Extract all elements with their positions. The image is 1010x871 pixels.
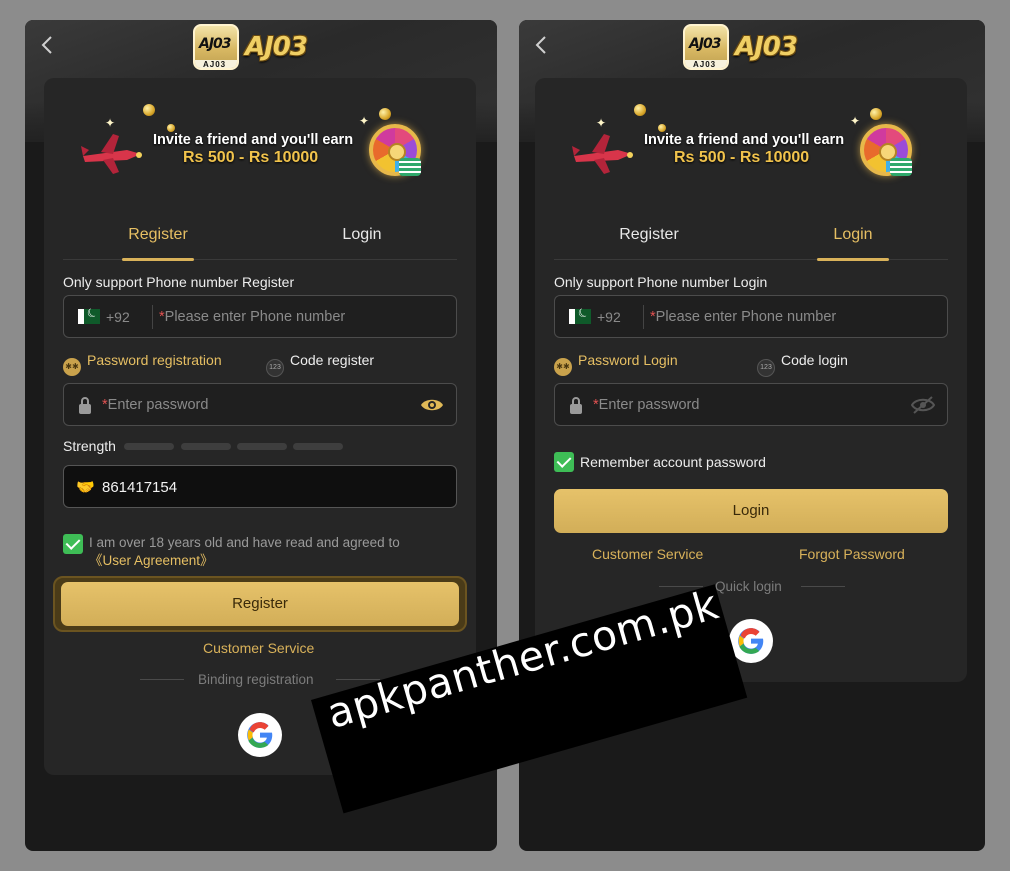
- tab-login[interactable]: Login: [262, 218, 462, 260]
- password-mode-icon: ✱✱: [554, 358, 572, 376]
- pakistan-flag-icon: [78, 309, 100, 324]
- brand-wordmark: AJ03: [245, 32, 308, 62]
- login-card: ✦ ✦ Invite a friend and you'll earn Rs 5…: [535, 78, 967, 682]
- password-mode-icon: ✱✱: [63, 358, 81, 376]
- invite-banner[interactable]: ✦ ✦ Invite a friend and you'll earn Rs 5…: [570, 104, 935, 182]
- forgot-password-link[interactable]: Forgot Password: [799, 546, 905, 562]
- eye-off-icon[interactable]: [911, 395, 935, 415]
- banner-line2: Rs 500 - Rs 10000: [674, 149, 810, 166]
- airplane-icon: [572, 134, 633, 174]
- phone-field[interactable]: +92 *Please enter Phone number: [63, 295, 457, 338]
- agree-checkbox[interactable]: [63, 534, 83, 554]
- phone-field[interactable]: +92 *Please enter Phone number: [554, 295, 948, 338]
- remember-password-label: Remember account password: [580, 454, 766, 470]
- support-text: Only support Phone number Login: [554, 274, 768, 290]
- tab-login-label: Login: [833, 226, 873, 243]
- tab-login-label: Login: [342, 226, 382, 243]
- remember-password-checkbox[interactable]: [554, 452, 574, 472]
- phone-placeholder: *Please enter Phone number: [650, 309, 837, 325]
- lock-icon: [79, 397, 91, 414]
- logo-mark-text: AJ03: [199, 36, 232, 52]
- divider-right: [801, 586, 845, 587]
- agreement-statement: I am over 18 years old and have read and…: [89, 535, 400, 550]
- strength-bar-1: [124, 443, 174, 450]
- google-login-button[interactable]: [238, 713, 282, 757]
- tab-register[interactable]: Register: [549, 218, 749, 260]
- login-button[interactable]: Login: [554, 489, 948, 533]
- customer-service-link[interactable]: Customer Service: [592, 546, 703, 562]
- code-login-label: Code login: [781, 352, 848, 368]
- tab-register-label: Register: [128, 226, 188, 243]
- tab-register-label: Register: [619, 226, 679, 243]
- strength-bar-2: [181, 443, 231, 450]
- tab-login[interactable]: Login: [753, 218, 953, 261]
- back-arrow-icon[interactable]: [531, 34, 553, 56]
- google-icon: [247, 722, 273, 748]
- chips-icon: [399, 158, 421, 176]
- password-registration-label: Password registration: [87, 352, 222, 368]
- divider-left: [140, 679, 184, 680]
- customer-service-link[interactable]: Customer Service: [203, 640, 314, 656]
- lock-icon: [570, 397, 582, 414]
- register-button[interactable]: Register: [61, 582, 459, 626]
- support-text: Only support Phone number Register: [63, 274, 295, 290]
- brand-wordmark: AJ03: [735, 32, 798, 62]
- banner-line1: Invite a friend and you'll earn: [153, 132, 354, 148]
- phone-placeholder: *Please enter Phone number: [159, 309, 346, 325]
- app-logo-icon: AJ03 AJ03: [193, 24, 239, 70]
- strength-bar-3: [237, 443, 287, 450]
- back-arrow-icon[interactable]: [37, 34, 59, 56]
- code-mode-icon: 123: [757, 359, 775, 377]
- code-register-option[interactable]: 123 Code register: [266, 352, 374, 377]
- airplane-icon: [81, 134, 142, 174]
- handshake-icon: 🤝: [76, 479, 95, 496]
- eye-icon[interactable]: [420, 395, 444, 415]
- app-logo-icon: AJ03 AJ03: [683, 24, 729, 70]
- logo-mark-text: AJ03: [689, 36, 722, 52]
- invite-banner[interactable]: ✦ ✦ Invite a friend and you'll earn Rs 5…: [79, 104, 444, 182]
- agreement-text: I am over 18 years old and have read and…: [89, 534, 449, 570]
- banner-line1: Invite a friend and you'll earn: [644, 132, 845, 148]
- active-tab-underline: [817, 258, 889, 261]
- password-field[interactable]: *Enter password: [63, 383, 457, 426]
- user-agreement-link[interactable]: 《User Agreement》: [89, 553, 214, 568]
- auth-tabs: Register Login: [554, 218, 948, 261]
- active-tab-underline: [122, 258, 194, 261]
- password-field[interactable]: *Enter password: [554, 383, 948, 426]
- tab-register[interactable]: Register: [58, 218, 258, 261]
- logo-small-text: AJ03: [693, 60, 717, 69]
- quick-login-label: Quick login: [715, 579, 782, 594]
- chips-icon: [890, 158, 912, 176]
- code-register-label: Code register: [290, 352, 375, 368]
- code-mode-icon: 123: [266, 359, 284, 377]
- strength-label: Strength: [63, 438, 116, 454]
- banner-line2: Rs 500 - Rs 10000: [183, 149, 319, 166]
- password-registration-option[interactable]: ✱✱ Password registration: [63, 352, 222, 376]
- pakistan-flag-icon: [569, 309, 591, 324]
- invite-code-value: 861417154: [102, 479, 178, 496]
- country-code[interactable]: +92: [597, 309, 621, 325]
- strength-bar-4: [293, 443, 343, 450]
- password-login-option[interactable]: ✱✱ Password Login: [554, 352, 678, 376]
- register-button-focus-ring: Register: [53, 576, 467, 632]
- invite-code-field[interactable]: 🤝 861417154: [63, 465, 457, 508]
- country-code[interactable]: +92: [106, 309, 130, 325]
- logo-small-text: AJ03: [203, 60, 227, 69]
- password-placeholder: *Enter password: [593, 397, 700, 413]
- binding-registration-label: Binding registration: [198, 672, 314, 687]
- password-placeholder: *Enter password: [102, 397, 209, 413]
- password-login-label: Password Login: [578, 352, 678, 368]
- code-login-option[interactable]: 123 Code login: [757, 352, 848, 377]
- auth-tabs: Register Login: [63, 218, 457, 261]
- google-icon: [738, 628, 764, 654]
